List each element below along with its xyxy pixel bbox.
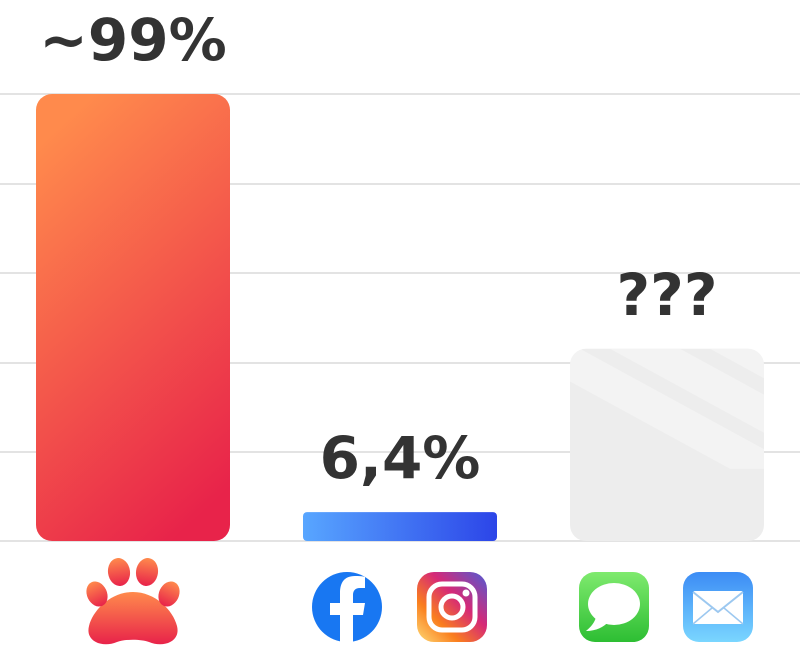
value-label-messaging: ??? <box>617 261 718 329</box>
bar-social-media <box>303 512 497 541</box>
messages-icon <box>579 572 649 642</box>
value-label-social-media: 6,4% <box>320 424 481 492</box>
paw-icon <box>86 558 180 645</box>
bar-paw-app <box>36 94 230 541</box>
facebook-icon <box>312 572 382 642</box>
instagram-icon <box>417 572 487 642</box>
mail-icon <box>683 572 753 642</box>
bar-chart: ~99% 6,4%??? <box>0 6 800 645</box>
value-label-paw-app: ~99% <box>39 6 226 74</box>
